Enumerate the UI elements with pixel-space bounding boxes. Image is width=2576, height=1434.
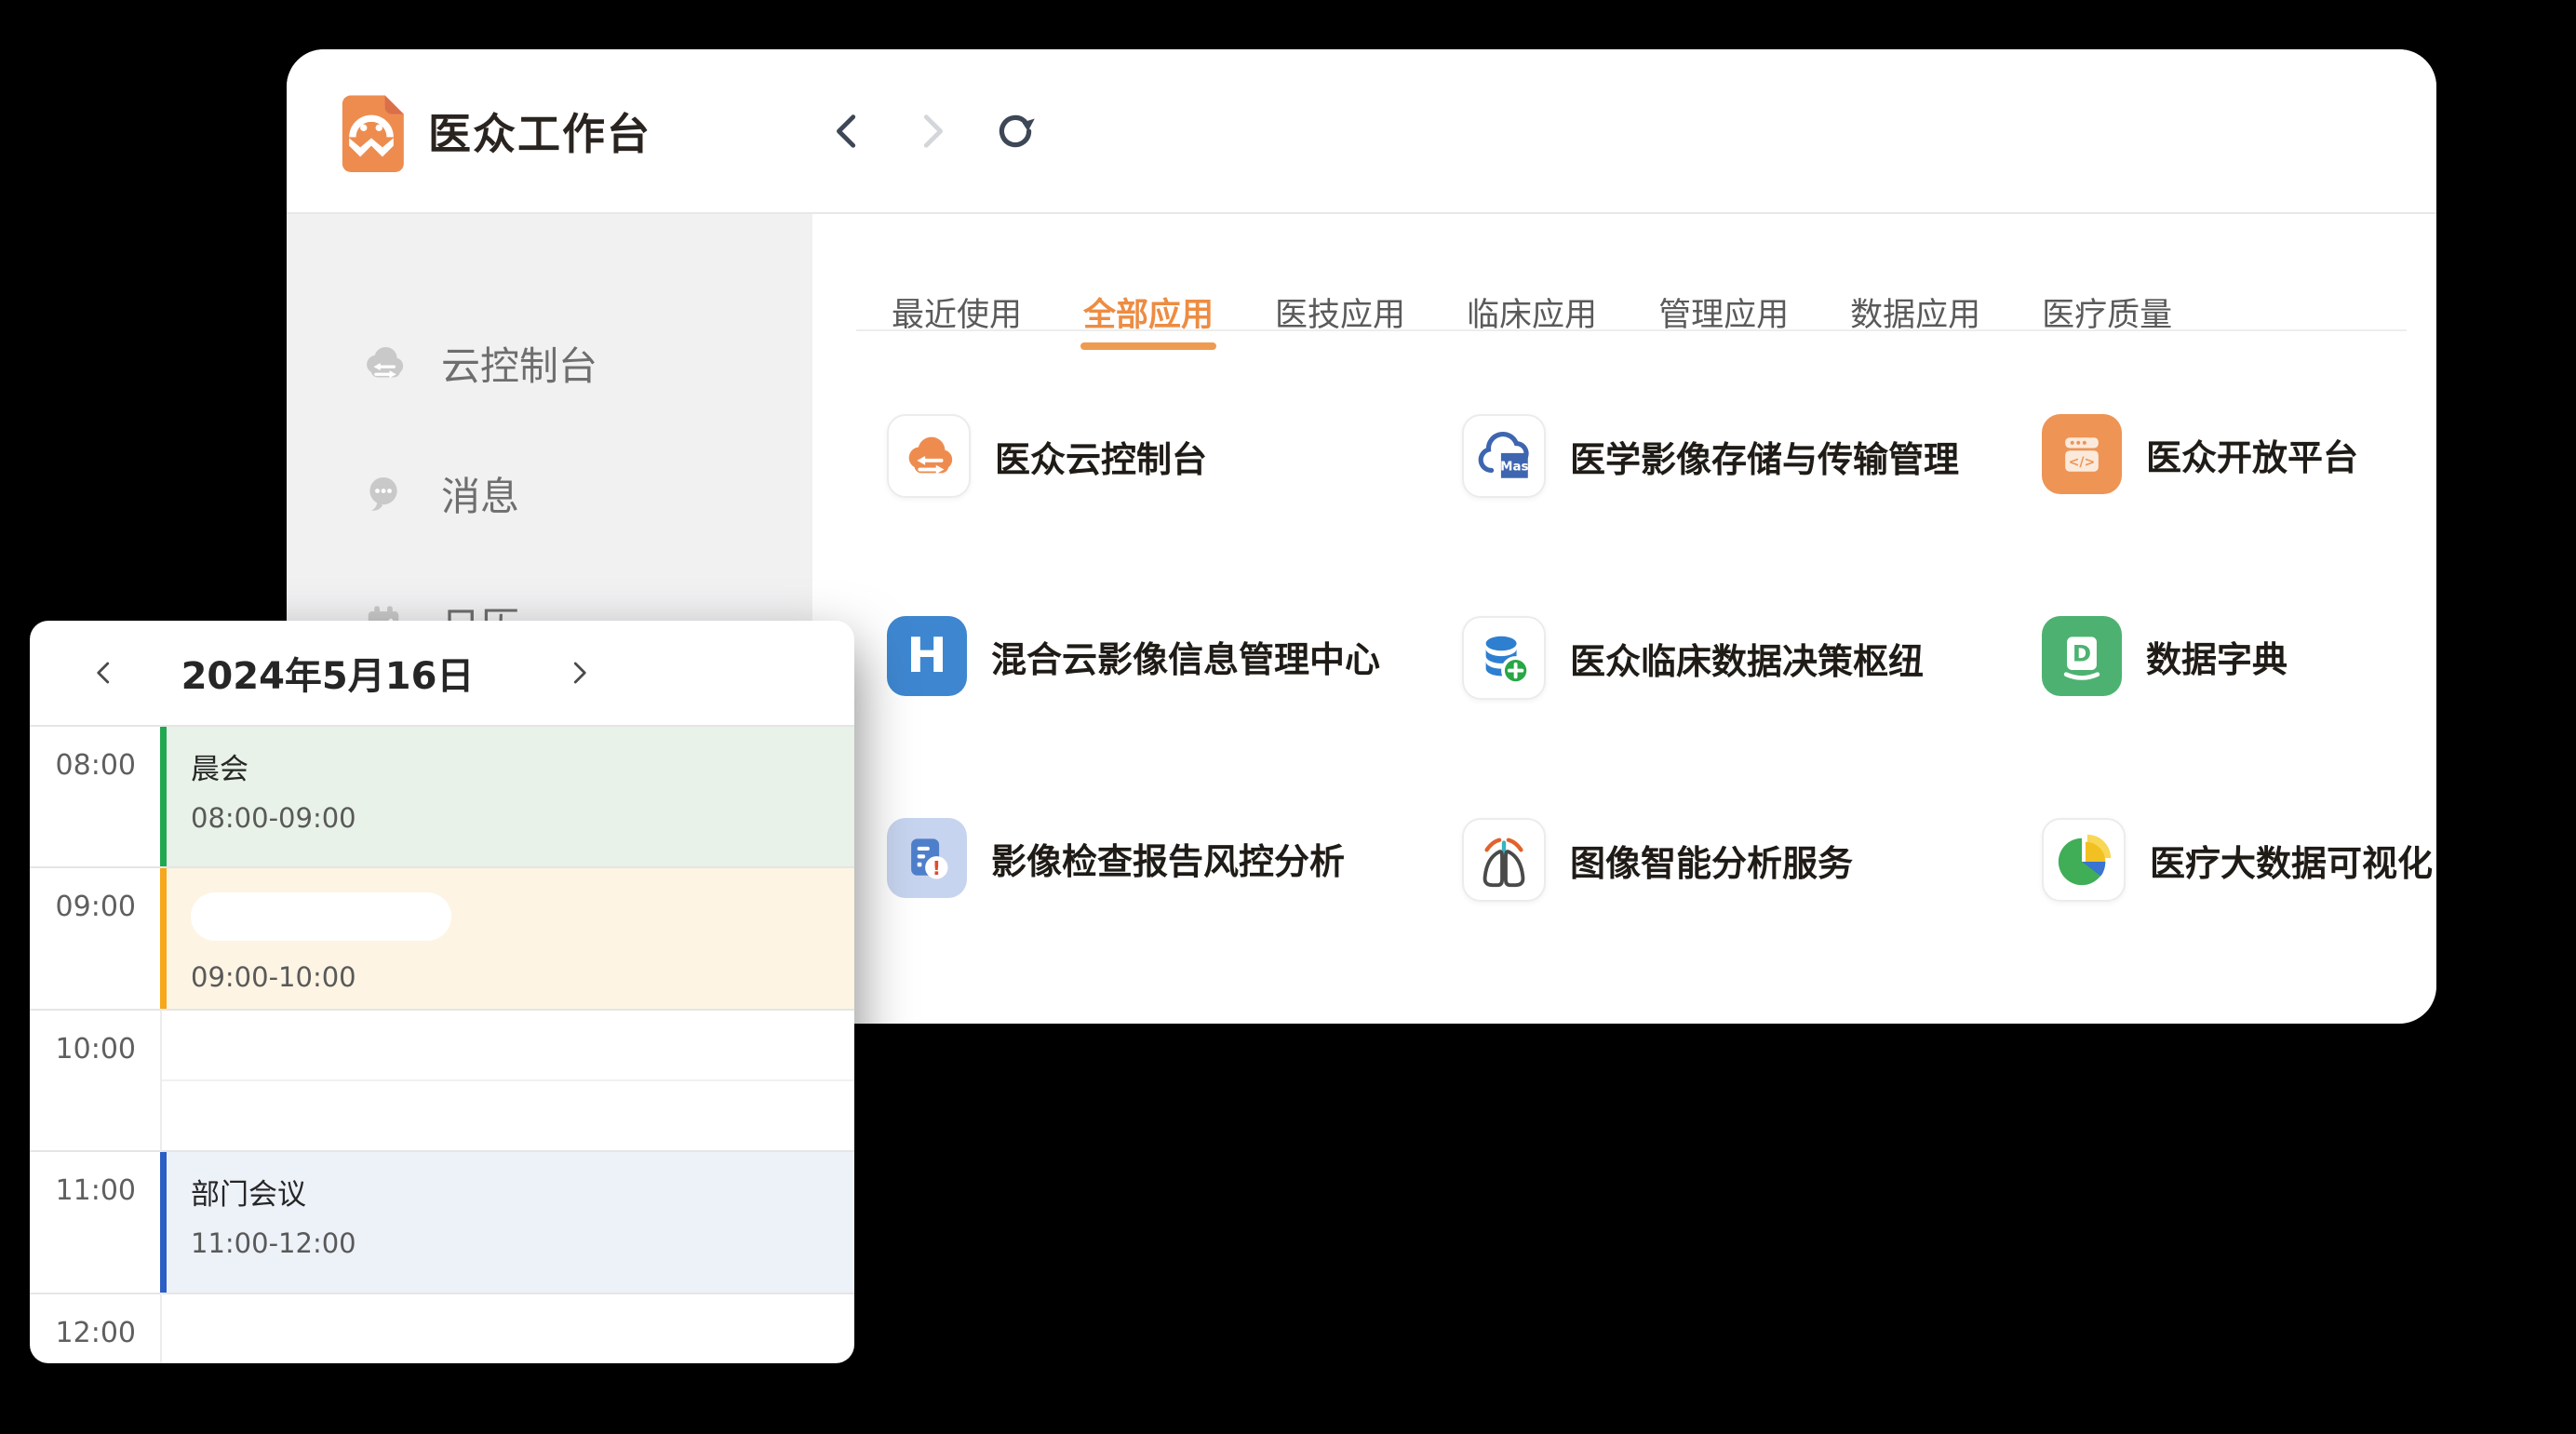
calendar-event-department-meeting[interactable]: 部门会议 11:00-12:00 — [160, 1152, 854, 1293]
report-alert-icon: ! — [887, 818, 967, 898]
event-title: 部门会议 — [191, 1171, 854, 1213]
letter-h-icon: H — [887, 616, 967, 696]
calendar-panel: 2024年5月16日 08:00 09:00 10:00 11:00 12:00… — [30, 621, 854, 1363]
app-label: 医众临床数据决策枢纽 — [1570, 633, 1924, 684]
nav-buttons — [824, 49, 1040, 212]
calendar-event-redacted[interactable]: 09:00-10:00 — [160, 868, 854, 1009]
app-label: 混合云影像信息管理中心 — [991, 631, 1380, 682]
lungs-icon — [1462, 818, 1546, 902]
app-bigdata-visualization[interactable]: 医疗大数据可视化 — [2042, 818, 2433, 902]
dictionary-book-icon: D — [2042, 616, 2122, 696]
redacted-title-pill — [191, 892, 451, 941]
app-label: 影像检查报告风控分析 — [991, 833, 1345, 884]
app-image-ai-analysis[interactable]: 图像智能分析服务 — [1462, 818, 1853, 902]
svg-text:</>: </> — [2069, 455, 2096, 470]
app-label: 医众开放平台 — [2146, 429, 2358, 480]
app-image-storage[interactable]: Mas 医学影像存储与传输管理 — [1462, 414, 1959, 498]
app-label: 医学影像存储与传输管理 — [1570, 431, 1959, 482]
tab-divider — [856, 329, 2407, 331]
sidebar-item-label: 云控制台 — [441, 335, 597, 392]
back-icon[interactable] — [824, 107, 872, 155]
app-open-platform[interactable]: </> 医众开放平台 — [2042, 414, 2358, 494]
titlebar: 医众工作台 — [287, 49, 2436, 212]
event-time: 09:00-10:00 — [191, 961, 854, 993]
app-label: 医疗大数据可视化 — [2150, 835, 2433, 886]
mas-cloud-icon: Mas — [1462, 414, 1546, 498]
message-bubble-icon — [359, 469, 408, 517]
calendar-header: 2024年5月16日 — [30, 621, 854, 725]
event-time: 08:00-09:00 — [191, 802, 854, 834]
calendar-next-day-icon[interactable] — [545, 621, 612, 725]
code-window-icon: </> — [2042, 414, 2122, 494]
time-label: 08:00 — [30, 749, 136, 782]
app-logo-icon — [330, 90, 412, 172]
cloud-console-icon — [359, 339, 408, 387]
calendar-event-morning-meeting[interactable]: 晨会 08:00-09:00 — [160, 727, 854, 866]
hour-line — [30, 1293, 854, 1294]
half-hour-line — [160, 1079, 854, 1081]
time-label: 11:00 — [30, 1174, 136, 1207]
hour-line — [30, 1009, 854, 1011]
app-label: 图像智能分析服务 — [1570, 835, 1853, 886]
time-label: 09:00 — [30, 891, 136, 923]
sidebar-item-messages[interactable]: 消息 — [359, 463, 519, 523]
refresh-icon[interactable] — [991, 107, 1040, 155]
pie-chart-icon — [2042, 818, 2126, 902]
event-time: 11:00-12:00 — [191, 1227, 854, 1259]
calendar-date: 2024年5月16日 — [141, 621, 514, 725]
cloud-sliders-icon — [887, 414, 971, 498]
time-label: 12:00 — [30, 1317, 136, 1349]
forward-icon[interactable] — [907, 107, 956, 155]
svg-text:D: D — [2073, 640, 2091, 667]
app-hybrid-cloud-center[interactable]: H 混合云影像信息管理中心 — [887, 616, 1380, 696]
app-report-risk-analysis[interactable]: ! 影像检查报告风控分析 — [887, 818, 1345, 898]
app-data-dictionary[interactable]: D 数据字典 — [2042, 616, 2288, 696]
svg-text:!: ! — [932, 857, 941, 879]
sidebar-item-label: 消息 — [441, 465, 519, 522]
screenshot-stage: 医众工作台 — [0, 0, 2576, 1434]
page-title: 医众工作台 — [428, 49, 651, 212]
app-label: 医众云控制台 — [995, 431, 1207, 482]
app-clinical-data-hub[interactable]: 医众临床数据决策枢纽 — [1462, 616, 1924, 700]
event-title: 晨会 — [191, 745, 854, 787]
calendar-prev-day-icon[interactable] — [71, 621, 138, 725]
database-plus-icon — [1462, 616, 1546, 700]
app-label: 数据字典 — [2146, 631, 2288, 682]
sidebar-item-cloud-console[interactable]: 云控制台 — [359, 333, 597, 393]
time-label: 10:00 — [30, 1033, 136, 1065]
app-cloud-console[interactable]: 医众云控制台 — [887, 414, 1207, 498]
svg-text:Mas: Mas — [1500, 460, 1528, 474]
